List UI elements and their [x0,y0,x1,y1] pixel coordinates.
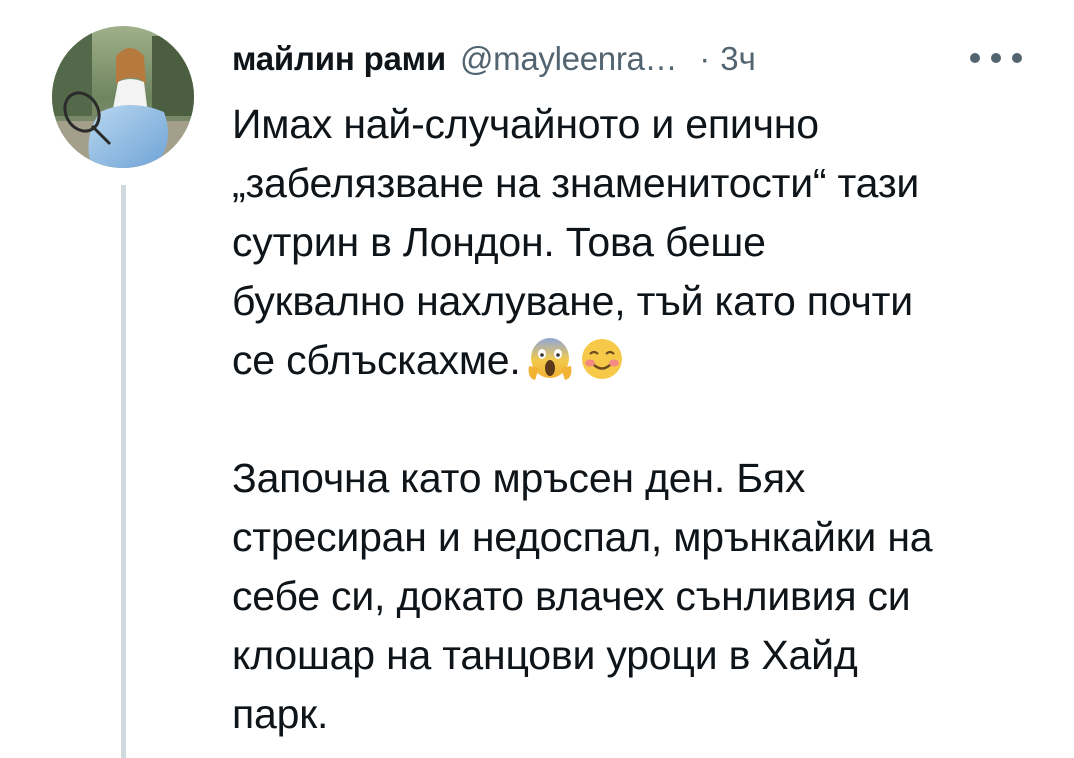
separator-dot: · [699,40,711,77]
tweet-header: майлин рами @mayleenra… · 3ч [232,40,756,90]
face-screaming-in-fear-emoji [528,338,572,380]
user-handle[interactable]: @mayleenra… [460,40,678,78]
more-dot [970,53,980,63]
text-line: „забелязване на знаменитости“ тази [232,160,920,206]
avatar-photo [52,26,194,168]
text-line: сутрин в Лондон. Това беше [232,219,766,265]
tweet: майлин рами @mayleenra… · 3ч Имах най-сл… [0,0,1074,758]
smiling-face-emoji [581,339,622,379]
text-line: буквално нахлуване, тъй като почти [232,278,913,324]
thread-line [121,185,126,758]
text-line: себе си, докато влачех сънливия си [232,573,911,619]
text-line: парк. [232,691,329,737]
display-name[interactable]: майлин рами [232,40,446,78]
tweet-text: Имах най-случайното и епично „забелязван… [232,95,1032,744]
text-line: Започна като мръсен ден. Бях [232,455,806,501]
avatar[interactable] [52,26,194,168]
text-line: клошар на танцови уроци в Хайд [232,632,858,678]
text-line: Имах най-случайното и епично [232,101,819,147]
timestamp[interactable]: 3ч [720,40,756,78]
text-line: се сблъскахме. [232,337,521,383]
text-line-with-emoji: се сблъскахме. [232,331,1032,390]
more-horizontal-icon[interactable] [970,46,1022,70]
more-dot [1012,53,1022,63]
text-line: стресиран и недоспал, мрънкайки на [232,514,933,560]
more-dot [991,53,1001,63]
